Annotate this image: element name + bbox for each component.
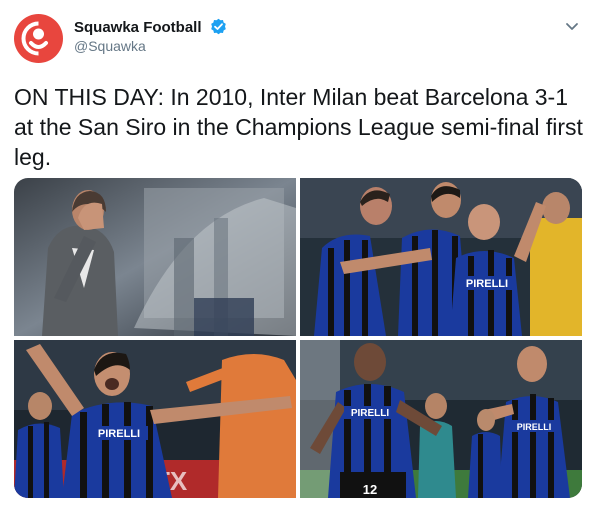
- inter-players-celebrating-photo[interactable]: PIRELLI: [300, 178, 582, 336]
- shirt-number-text: 12: [363, 482, 377, 497]
- avatar[interactable]: [14, 14, 63, 63]
- sponsor-text: PIRELLI: [466, 278, 508, 290]
- chevron-down-icon: [566, 23, 578, 30]
- more-options-button[interactable]: [562, 16, 582, 36]
- author-name-text[interactable]: Squawka Football: [74, 19, 202, 36]
- inter-striker-celebrating-photo[interactable]: TX PIRELLI: [14, 340, 296, 498]
- tweet-text: ON THIS DAY: In 2010, Inter Milan beat B…: [14, 84, 583, 170]
- sponsor-text: PIRELLI: [351, 408, 390, 419]
- author-name[interactable]: Squawka Football: [74, 18, 227, 39]
- squawka-logo-icon: [14, 14, 63, 63]
- inter-players-running-celebrating-photo[interactable]: 12 PIRELLI PIRELLI: [300, 340, 582, 498]
- author-handle[interactable]: @Squawka: [74, 38, 146, 54]
- tweet-card: Squawka Football @Squawka ON THIS DAY: I…: [0, 0, 596, 507]
- photo-grid: PIRELLI TX PIRELLI 12 PIRELLI PIRELLI: [14, 178, 582, 498]
- sponsor-text: PIRELLI: [98, 428, 140, 440]
- sponsor-text: PIRELLI: [517, 422, 552, 432]
- verified-badge-icon: [210, 18, 227, 39]
- manager-head-in-hands-photo[interactable]: [14, 178, 296, 336]
